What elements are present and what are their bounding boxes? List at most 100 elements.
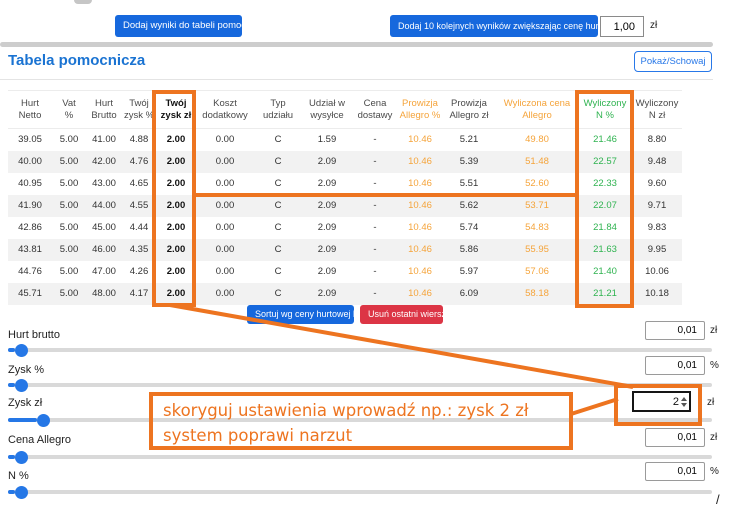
table-row: 44.765.0047.004.262.000.00C2.09-10.465.9… — [8, 261, 682, 283]
table-cell: 1.59 — [302, 129, 352, 151]
table-cell: 10.46 — [398, 283, 442, 305]
add-results-button[interactable]: Dodaj wyniki do tabeli pomocniczej [D] — [115, 15, 242, 37]
table-cell: 10.46 — [398, 195, 442, 217]
n-pct-unit: % — [710, 466, 719, 477]
table-cell: 4.88 — [122, 129, 156, 151]
table-cell: 2.00 — [156, 151, 196, 173]
slider-fill — [8, 383, 15, 387]
table-cell: 2.09 — [302, 239, 352, 261]
add-ten-results-button[interactable]: Dodaj 10 kolejnych wyników zwiększając c… — [390, 15, 598, 37]
table-cell: 2.00 — [156, 261, 196, 283]
hurt-brutto-unit: zł — [710, 325, 717, 336]
table-row: 45.715.0048.004.172.000.00C2.09-10.466.0… — [8, 283, 682, 305]
zysk-zl-value-input[interactable]: 2 — [632, 391, 691, 412]
table-cell: - — [352, 129, 398, 151]
table-cell: 5.39 — [442, 151, 496, 173]
cena-allegro-unit: zł — [710, 432, 717, 443]
zysk-zl-value: 2 — [673, 396, 679, 408]
table-cell: 2.09 — [302, 261, 352, 283]
slider-label-n-pct: N % — [8, 470, 29, 482]
table-cell: 21.21 — [578, 283, 632, 305]
table-cell: 0.00 — [196, 217, 254, 239]
increment-amount-input[interactable] — [600, 16, 644, 37]
slider-thumb[interactable] — [37, 414, 50, 427]
n-pct-step-input[interactable] — [645, 462, 705, 481]
table-cell: - — [352, 151, 398, 173]
table-cell: 8.80 — [632, 129, 682, 151]
table-cell: C — [254, 261, 302, 283]
table-cell: 5.74 — [442, 217, 496, 239]
table-cell: 0.00 — [196, 195, 254, 217]
column-header: Twójzysk zł — [156, 91, 196, 129]
cena-allegro-slider[interactable] — [8, 455, 712, 459]
table-cell: 0.00 — [196, 283, 254, 305]
table-cell: 5.00 — [52, 283, 86, 305]
zysk-zl-unit: zł — [707, 397, 714, 408]
table-cell: 22.33 — [578, 173, 632, 195]
table-cell: 21.84 — [578, 217, 632, 239]
table-cell: 43.81 — [8, 239, 52, 261]
table-cell: 53.71 — [496, 195, 578, 217]
table-cell: 47.00 — [86, 261, 122, 283]
show-hide-button[interactable]: Pokaż/Schowaj — [634, 51, 712, 72]
table-cell: 41.90 — [8, 195, 52, 217]
column-header: WyliczonyN zł — [632, 91, 682, 129]
column-header: Cenadostawy — [352, 91, 398, 129]
connector-box-to-input — [571, 399, 618, 414]
table-cell: 40.95 — [8, 173, 52, 195]
table-cell: 4.26 — [122, 261, 156, 283]
n-pct-slider[interactable] — [8, 490, 712, 494]
zysk-zl-slider[interactable] — [8, 418, 712, 422]
table-cell: 5.00 — [52, 195, 86, 217]
slider-thumb[interactable] — [15, 344, 28, 357]
number-spinner[interactable] — [681, 397, 687, 407]
table-cell: 52.60 — [496, 173, 578, 195]
spinner-up-icon[interactable] — [681, 397, 687, 401]
table-cell: 5.00 — [52, 217, 86, 239]
section-divider — [0, 42, 713, 47]
table-cell: 5.86 — [442, 239, 496, 261]
table-cell: 43.00 — [86, 173, 122, 195]
table-cell: 0.00 — [196, 173, 254, 195]
table-cell: C — [254, 129, 302, 151]
table-cell: 40.00 — [8, 151, 52, 173]
zysk-pct-step-input[interactable] — [645, 356, 705, 375]
table-cell: 10.46 — [398, 217, 442, 239]
slider-thumb[interactable] — [15, 451, 28, 464]
slider-fill — [8, 455, 15, 459]
column-header: Udział wwysyłce — [302, 91, 352, 129]
table-cell: 39.05 — [8, 129, 52, 151]
table-cell: 22.57 — [578, 151, 632, 173]
table-cell: 44.00 — [86, 195, 122, 217]
table-cell: 42.00 — [86, 151, 122, 173]
table-cell: - — [352, 217, 398, 239]
column-header: ProwizjaAllegro zł — [442, 91, 496, 129]
zysk-pct-slider[interactable] — [8, 383, 712, 387]
column-header: ProwizjaAllegro % — [398, 91, 442, 129]
stray-slash: / — [716, 492, 720, 507]
table-cell: 51.48 — [496, 151, 578, 173]
table-cell: C — [254, 195, 302, 217]
slider-thumb[interactable] — [15, 379, 28, 392]
table-cell: 10.18 — [632, 283, 682, 305]
spinner-down-icon[interactable] — [681, 403, 687, 407]
sort-button[interactable]: Sortuj wg ceny hurtowej brutto — [247, 305, 354, 324]
slider-thumb[interactable] — [15, 486, 28, 499]
delete-last-row-button[interactable]: Usuń ostatni wiersz [U] — [360, 305, 443, 324]
table-cell: C — [254, 151, 302, 173]
cena-allegro-step-input[interactable] — [645, 428, 705, 447]
hurt-brutto-step-input[interactable] — [645, 321, 705, 340]
table-cell: 4.17 — [122, 283, 156, 305]
table-cell: 4.76 — [122, 151, 156, 173]
table-cell: 58.18 — [496, 283, 578, 305]
table-cell: 2.09 — [302, 173, 352, 195]
table-cell: 4.44 — [122, 217, 156, 239]
hurt-brutto-slider[interactable] — [8, 348, 712, 352]
table-cell: 21.40 — [578, 261, 632, 283]
table-cell: 2.00 — [156, 217, 196, 239]
table-row: 42.865.0045.004.442.000.00C2.09-10.465.7… — [8, 217, 682, 239]
table-cell: 0.00 — [196, 239, 254, 261]
table-cell: 45.00 — [86, 217, 122, 239]
table-cell: 2.00 — [156, 129, 196, 151]
table-cell: 4.55 — [122, 195, 156, 217]
